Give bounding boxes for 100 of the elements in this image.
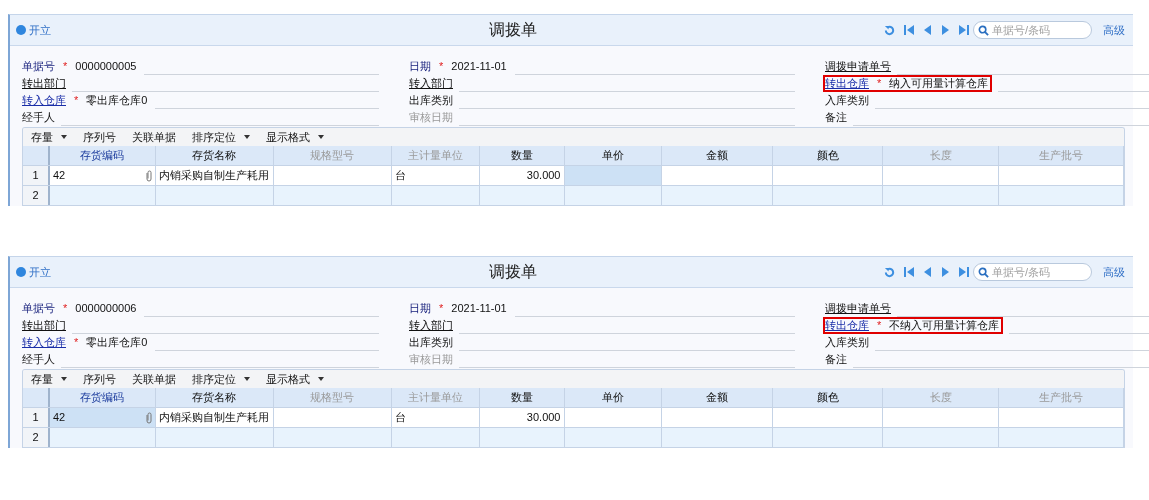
row-number: 1 — [23, 166, 50, 185]
table-cell[interactable]: 台 — [391, 166, 480, 185]
field-label[interactable]: 转入仓库 — [22, 92, 66, 109]
field-label: 出库类别 — [409, 93, 453, 109]
row-number: 2 — [23, 186, 50, 205]
row-number: 2 — [23, 428, 50, 447]
field-label[interactable]: 转入仓库 — [22, 334, 66, 351]
field-label: 备注 — [825, 110, 847, 126]
field-value: 0000000006 — [75, 301, 138, 317]
toolbar-button[interactable]: 序列号 — [83, 128, 116, 146]
column-header[interactable]: 存货编码 — [50, 146, 156, 165]
document-title: 调拨单 — [488, 262, 537, 282]
advanced-link[interactable]: 高级 — [1103, 21, 1125, 39]
paperclip-icon[interactable] — [145, 169, 152, 182]
column-header[interactable]: 存货编码 — [50, 388, 156, 407]
toolbar-button[interactable]: 关联单据 — [132, 370, 176, 388]
caret-icon — [61, 377, 67, 381]
cell-text: 台 — [394, 410, 406, 426]
table-cell[interactable]: 内销采购自制生产耗用 — [155, 408, 274, 427]
status-label: 开立 — [29, 22, 51, 38]
field-value: 零出库仓库0 — [86, 335, 149, 351]
column-header[interactable]: 颜色 — [773, 146, 884, 165]
field-label: 转出部门 — [22, 318, 66, 334]
field-label: 转入部门 — [409, 76, 453, 92]
first-icon[interactable] — [904, 267, 915, 277]
column-header[interactable]: 数量 — [479, 146, 565, 165]
column-header[interactable]: 金额 — [662, 146, 774, 165]
row-number: 1 — [23, 408, 50, 427]
field-value: 2021-11-01 — [451, 59, 508, 75]
document-title: 调拨单 — [488, 20, 537, 40]
table-cell[interactable]: 内销采购自制生产耗用 — [155, 166, 274, 185]
required-mark: * — [876, 318, 883, 334]
field-label: 入库类别 — [825, 335, 869, 351]
cell-text: 内销采购自制生产耗用 — [158, 168, 269, 184]
next-icon[interactable] — [941, 25, 949, 35]
previous-icon[interactable] — [924, 25, 932, 35]
toolbar-button[interactable]: 排序定位 — [192, 128, 250, 146]
advanced-link[interactable]: 高级 — [1103, 263, 1125, 281]
field-label: 转入部门 — [409, 318, 453, 334]
column-header[interactable]: 存货名称 — [155, 388, 274, 407]
toolbar-button[interactable]: 存量 — [31, 128, 67, 146]
search-field[interactable]: 单据号/条码 — [973, 263, 1092, 281]
field-label: 审核日期 — [409, 352, 453, 368]
first-icon[interactable] — [904, 25, 915, 35]
toolbar-button[interactable]: 序列号 — [83, 370, 116, 388]
toolbar-button[interactable]: 关联单据 — [132, 128, 176, 146]
caret-icon — [318, 135, 324, 139]
toolbar-button[interactable]: 显示格式 — [266, 128, 324, 146]
field-value: 不纳入可用量计算仓库 — [889, 318, 1001, 334]
status-dot-icon — [16, 267, 26, 277]
previous-icon[interactable] — [924, 267, 932, 277]
column-header[interactable]: 数量 — [479, 388, 565, 407]
column-header[interactable]: 颜色 — [773, 388, 884, 407]
search-field[interactable]: 单据号/条码 — [973, 21, 1092, 39]
field-label: 经手人 — [22, 110, 55, 126]
cell-text: 30.000 — [526, 168, 561, 184]
field-label: 审核日期 — [409, 110, 453, 126]
field-label: 单据号 — [22, 301, 55, 317]
next-icon[interactable] — [941, 267, 949, 277]
field-label: 单据号 — [22, 59, 55, 75]
table-cell[interactable]: 30.000 — [479, 408, 565, 427]
column-header[interactable]: 存货名称 — [155, 146, 274, 165]
toolbar-button[interactable]: 显示格式 — [266, 370, 324, 388]
last-icon[interactable] — [958, 25, 969, 35]
column-header[interactable]: 单价 — [564, 388, 663, 407]
paperclip-icon[interactable] — [145, 411, 152, 424]
table-cell[interactable]: 42 — [49, 166, 156, 185]
cell-text: 内销采购自制生产耗用 — [158, 410, 269, 426]
required-mark: * — [438, 301, 445, 317]
required-mark: * — [438, 59, 445, 75]
table-cell[interactable]: 台 — [391, 408, 480, 427]
table-cell[interactable]: 42 — [49, 408, 156, 427]
field-label[interactable]: 转出仓库 — [825, 75, 869, 92]
field-value: 零出库仓库0 — [86, 93, 149, 109]
table-cell[interactable]: 30.000 — [479, 166, 565, 185]
field-label: 调拨申请单号 — [825, 59, 891, 75]
table-cell[interactable] — [564, 166, 663, 185]
refresh-icon[interactable] — [884, 24, 895, 36]
caret-icon — [244, 135, 250, 139]
caret-icon — [61, 135, 67, 139]
field-label: 出库类别 — [409, 335, 453, 351]
field-label[interactable]: 转出仓库 — [825, 317, 869, 334]
required-mark: * — [62, 59, 69, 75]
column-header[interactable]: 金额 — [662, 388, 774, 407]
field-label: 备注 — [825, 352, 847, 368]
caret-icon — [244, 377, 250, 381]
last-icon[interactable] — [958, 267, 969, 277]
search-icon — [978, 267, 989, 278]
toolbar-button[interactable]: 存量 — [31, 370, 67, 388]
required-mark: * — [73, 335, 80, 351]
field-label: 入库类别 — [825, 93, 869, 109]
toolbar-button[interactable]: 排序定位 — [192, 370, 250, 388]
refresh-icon[interactable] — [884, 266, 895, 278]
field-label: 日期 — [409, 301, 431, 317]
field-value: 纳入可用量计算仓库 — [889, 76, 990, 92]
status-label: 开立 — [29, 264, 51, 280]
column-header[interactable]: 单价 — [564, 146, 663, 165]
field-label: 调拨申请单号 — [825, 301, 891, 317]
cell-text: 42 — [52, 410, 66, 426]
field-label: 转出部门 — [22, 76, 66, 92]
